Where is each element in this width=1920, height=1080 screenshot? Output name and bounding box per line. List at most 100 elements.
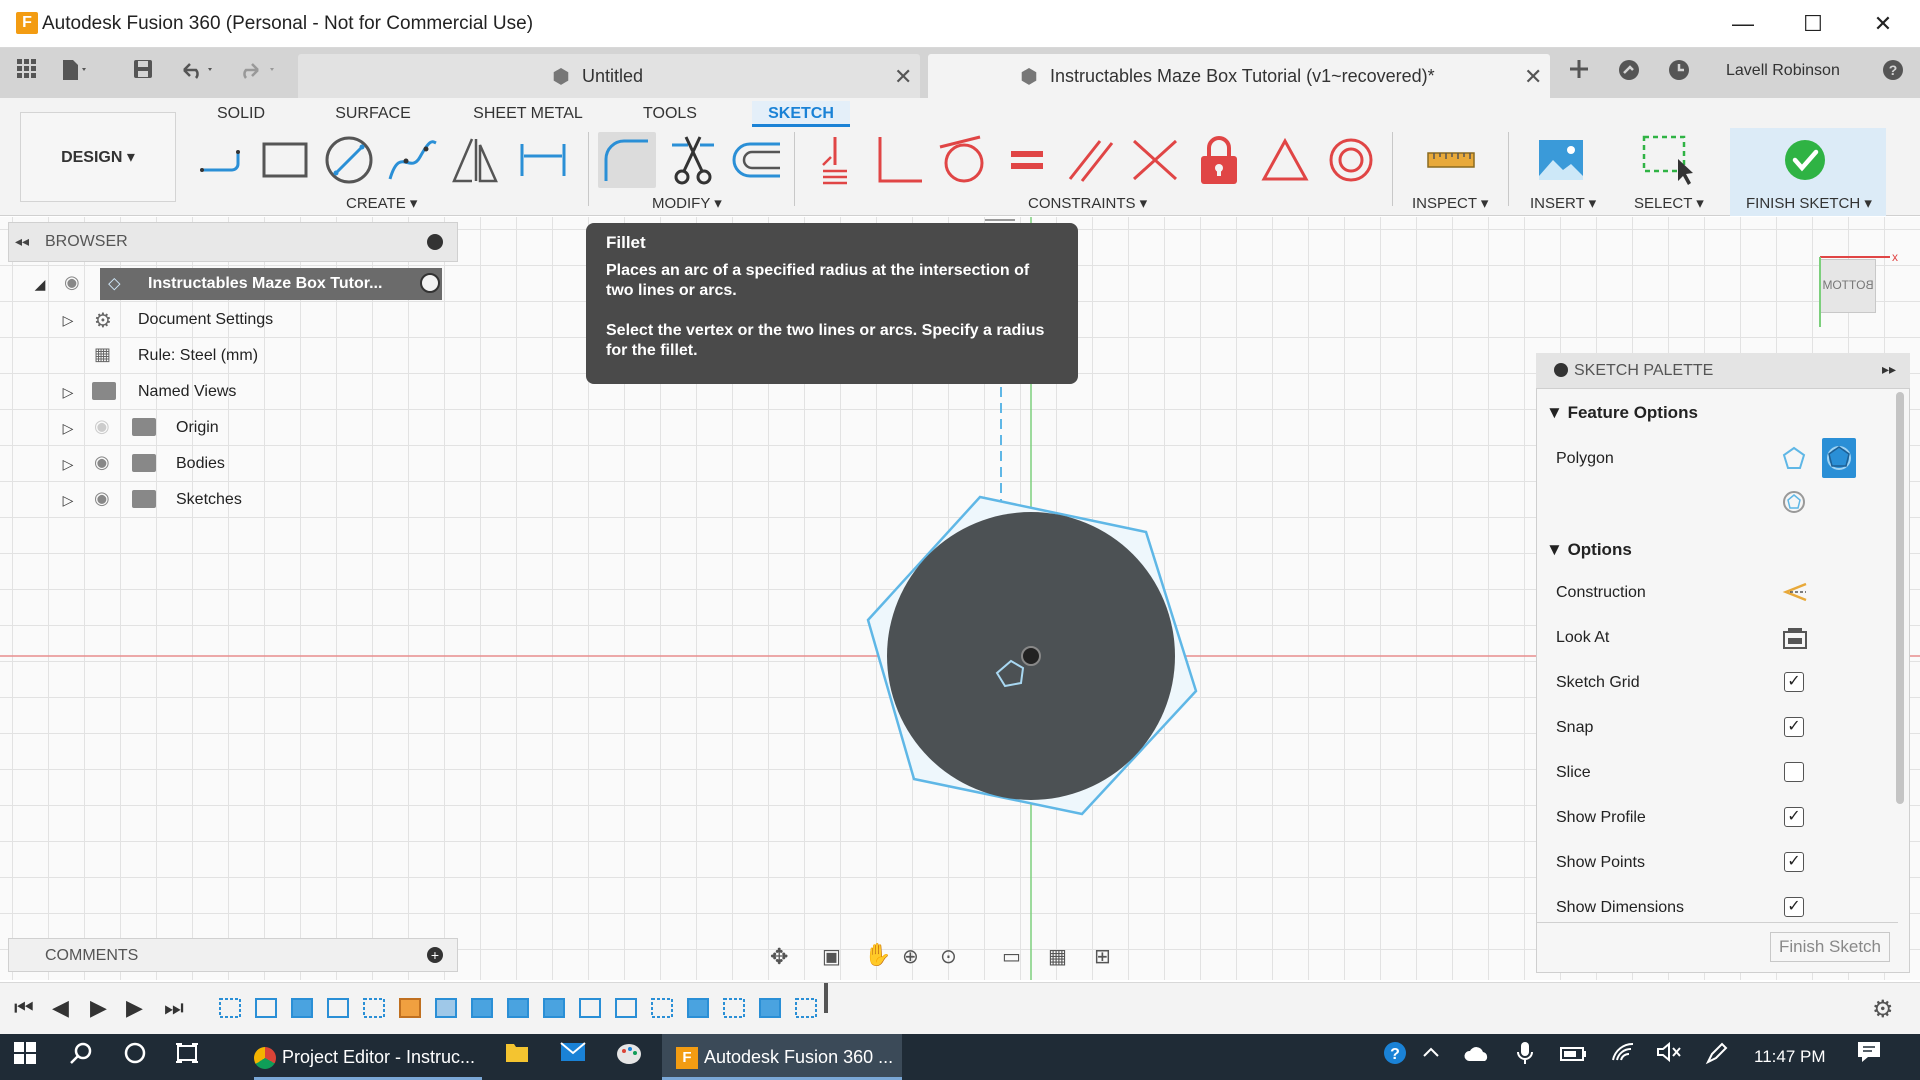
expand-triangle-icon[interactable]: ▷	[58, 310, 78, 330]
user-name[interactable]: Lavell Robinson	[1726, 62, 1840, 80]
select-menu[interactable]: SELECT ▾	[1634, 194, 1704, 212]
rectangle-tool-icon[interactable]	[256, 132, 314, 188]
circumscribed-polygon-icon[interactable]	[1782, 446, 1806, 475]
circle-tool-icon[interactable]	[320, 132, 378, 188]
search-icon[interactable]	[64, 1040, 98, 1074]
constraints-menu[interactable]: CONSTRAINTS ▾	[1028, 194, 1147, 212]
play-icon[interactable]: ▶	[90, 995, 107, 1021]
step-forward-icon[interactable]: ▶	[126, 995, 143, 1021]
redo-icon[interactable]	[240, 58, 274, 88]
add-comment-icon[interactable]: +	[427, 947, 443, 963]
browser-minimize-icon[interactable]	[427, 234, 443, 250]
taskbar-chrome-app[interactable]: Project Editor - Instruc...	[254, 1034, 482, 1080]
tab-solid[interactable]: SOLID	[206, 101, 276, 127]
mail-icon[interactable]	[556, 1040, 590, 1074]
show-hidden-icons-chevron-icon[interactable]	[1414, 1040, 1448, 1074]
collapse-panel-icon[interactable]: ◂◂	[15, 233, 29, 250]
fix-lock-icon[interactable]	[1190, 132, 1248, 188]
job-status-clock-icon[interactable]	[1664, 58, 1694, 88]
tab-close-icon[interactable]: ✕	[1524, 64, 1542, 90]
collapse-triangle-icon[interactable]: ◢	[30, 274, 50, 294]
battery-icon[interactable]	[1556, 1040, 1590, 1074]
workspace-switcher-button[interactable]: DESIGN ▾	[20, 112, 176, 202]
finish-sketch-button[interactable]: Finish Sketch	[1770, 932, 1890, 962]
insert-image-icon[interactable]	[1532, 132, 1590, 188]
onedrive-cloud-icon[interactable]	[1460, 1040, 1494, 1074]
tab-tools[interactable]: TOOLS	[632, 101, 708, 127]
visibility-eye-icon[interactable]: ◉	[94, 452, 110, 473]
orbit-icon[interactable]: ✥	[770, 944, 788, 970]
cortana-icon[interactable]	[118, 1040, 152, 1074]
tangent-constraint-icon[interactable]	[934, 132, 992, 188]
visibility-eye-icon[interactable]: ◉	[64, 272, 80, 293]
paint-icon[interactable]	[612, 1040, 646, 1074]
feature-options-section[interactable]: ▼ Feature Options	[1546, 403, 1698, 423]
wifi-icon[interactable]	[1606, 1040, 1640, 1074]
help-circle-icon[interactable]: ?	[1378, 1040, 1412, 1074]
file-explorer-icon[interactable]	[500, 1040, 534, 1074]
taskbar-fusion-app[interactable]: F Autodesk Fusion 360 ...	[662, 1034, 902, 1080]
microphone-icon[interactable]	[1508, 1040, 1542, 1074]
tab-sketch[interactable]: SKETCH	[752, 101, 850, 127]
line-tool-icon[interactable]	[194, 132, 252, 188]
finish-sketch-menu[interactable]: FINISH SKETCH ▾	[1746, 194, 1872, 212]
undo-icon[interactable]	[178, 58, 212, 88]
expand-triangle-icon[interactable]: ▷	[58, 382, 78, 402]
timeline-marker[interactable]	[824, 983, 828, 1013]
measure-ruler-icon[interactable]	[1422, 132, 1480, 188]
tab-untitled[interactable]: ⬢ Untitled ✕	[298, 54, 920, 98]
tab-surface[interactable]: SURFACE	[328, 101, 418, 127]
spline-tool-icon[interactable]	[384, 132, 442, 188]
zoom-icon[interactable]: ⊕	[902, 944, 919, 969]
coincident-constraint-icon[interactable]	[806, 132, 864, 188]
expand-triangle-icon[interactable]: ▷	[58, 490, 78, 510]
trim-scissors-icon[interactable]	[664, 132, 722, 188]
new-tab-plus-icon[interactable]	[1564, 58, 1594, 88]
notifications-icon[interactable]	[1852, 1040, 1886, 1074]
grid-settings-icon[interactable]: ▦	[1048, 944, 1067, 969]
modify-menu[interactable]: MODIFY ▾	[652, 194, 722, 212]
parallel-constraint-icon[interactable]	[1062, 132, 1120, 188]
file-menu-icon[interactable]	[60, 58, 90, 88]
volume-muted-icon[interactable]	[1652, 1040, 1686, 1074]
visibility-eye-icon[interactable]: ◉	[94, 488, 110, 509]
windows-start-icon[interactable]	[8, 1040, 42, 1074]
snap-checkbox[interactable]: ✓	[1784, 717, 1804, 737]
construction-icon[interactable]	[1782, 580, 1808, 609]
collapse-triangle-icon[interactable]: ▼	[1546, 540, 1568, 559]
taskbar-clock[interactable]: 11:47 PM	[1754, 1034, 1826, 1080]
tab-sheet-metal[interactable]: SHEET METAL	[468, 101, 588, 127]
finish-sketch-check-icon[interactable]	[1776, 132, 1834, 188]
perpendicular-constraint-icon[interactable]	[870, 132, 928, 188]
collinear-constraint-icon[interactable]	[1126, 132, 1184, 188]
palette-minimize-icon[interactable]	[1554, 363, 1568, 377]
fillet-tool-icon[interactable]	[598, 132, 656, 188]
palette-scrollbar[interactable]	[1896, 392, 1904, 804]
go-to-start-icon[interactable]: ⏮	[14, 995, 34, 1021]
dimension-tool-icon[interactable]	[514, 132, 572, 188]
go-to-end-icon[interactable]: ⏭	[164, 995, 184, 1021]
expand-triangle-icon[interactable]: ▷	[58, 454, 78, 474]
sketch-grid-checkbox[interactable]: ✓	[1784, 672, 1804, 692]
midpoint-triangle-icon[interactable]	[1256, 132, 1314, 188]
edge-polygon-icon[interactable]	[1782, 490, 1806, 519]
inspect-menu[interactable]: INSPECT ▾	[1412, 194, 1488, 212]
mirror-tool-icon[interactable]	[448, 132, 506, 188]
slice-checkbox[interactable]	[1784, 762, 1804, 782]
expand-triangle-icon[interactable]: ▷	[58, 418, 78, 438]
look-at-icon[interactable]: ▣	[822, 944, 841, 969]
show-profile-checkbox[interactable]: ✓	[1784, 807, 1804, 827]
collapse-triangle-icon[interactable]: ▼	[1546, 403, 1568, 422]
offset-tool-icon[interactable]	[728, 132, 786, 188]
equal-constraint-icon[interactable]	[998, 132, 1056, 188]
pan-hand-icon[interactable]: ✋	[864, 942, 891, 968]
maximize-button[interactable]: ☐	[1778, 4, 1848, 44]
minimize-button[interactable]: —	[1708, 4, 1778, 44]
task-view-icon[interactable]	[170, 1040, 204, 1074]
display-settings-icon[interactable]: ▭	[1002, 944, 1021, 969]
create-menu[interactable]: CREATE ▾	[346, 194, 417, 212]
select-window-icon[interactable]	[1638, 132, 1696, 188]
timeline-settings-gear-icon[interactable]: ⚙	[1872, 995, 1894, 1024]
data-panel-grid-icon[interactable]	[12, 58, 42, 88]
viewports-icon[interactable]: ⊞	[1094, 944, 1111, 969]
